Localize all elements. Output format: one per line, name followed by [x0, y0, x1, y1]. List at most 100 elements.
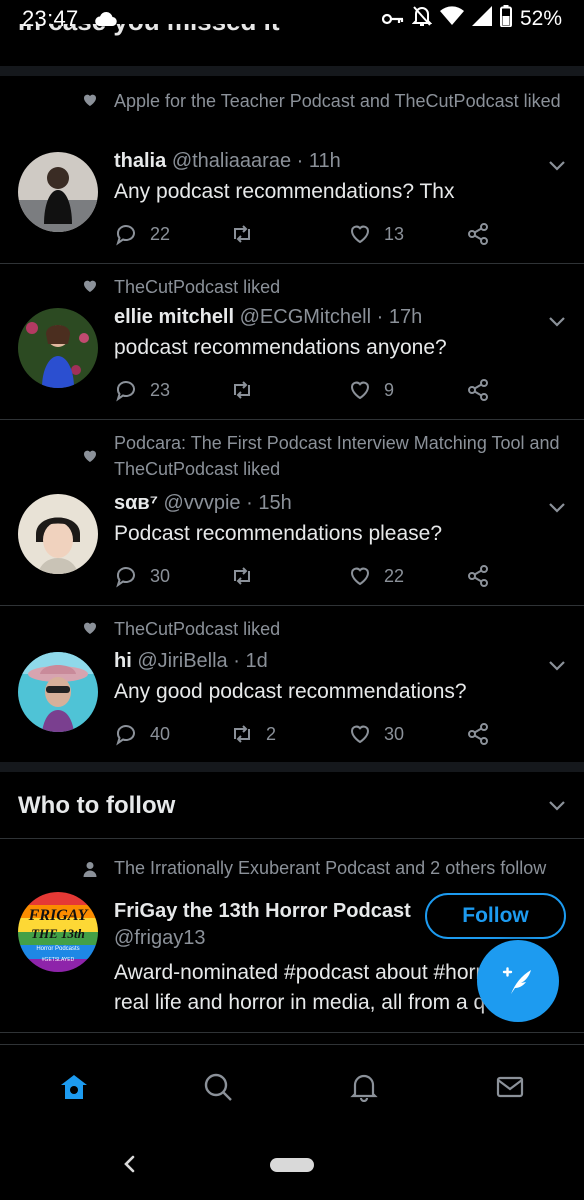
- chevron-down-icon[interactable]: [548, 502, 566, 514]
- chevron-down-icon[interactable]: [548, 660, 566, 672]
- liked-by-text: Podcara: The First Podcast Interview Mat…: [114, 433, 560, 479]
- share-button[interactable]: [466, 564, 490, 588]
- follow-button[interactable]: Follow: [425, 893, 566, 939]
- like-button[interactable]: 30: [348, 722, 404, 746]
- avatar-logo-line3: Horror Podcasts: [36, 946, 79, 952]
- suggested-account-avatar[interactable]: FRIGAY THE 13th Horror Podcasts #GETSLAY…: [18, 892, 98, 972]
- notifications-tab[interactable]: [344, 1067, 384, 1107]
- like-count: 22: [384, 565, 405, 586]
- share-icon: [468, 723, 488, 745]
- tweet-text: podcast recommendations anyone?: [114, 336, 447, 359]
- social-context: Apple for the Teacher Podcast and TheCut…: [82, 88, 574, 114]
- system-navigation-bar: [0, 1130, 584, 1200]
- liked-by-text: Apple for the Teacher Podcast and TheCut…: [114, 91, 561, 111]
- reply-count: 30: [150, 565, 171, 586]
- divider: [0, 1032, 584, 1033]
- liked-by-text: TheCutPodcast liked: [114, 619, 281, 639]
- like-count: 9: [384, 379, 395, 400]
- bell-icon: [350, 1074, 378, 1102]
- timestamp: 1d: [245, 650, 268, 672]
- avatar[interactable]: [18, 152, 98, 232]
- heart-outline-icon: [350, 381, 370, 400]
- timestamp: 15h: [258, 492, 292, 514]
- avatar-logo-line2: THE 13th: [31, 926, 85, 941]
- section-divider: [0, 66, 584, 76]
- avatar[interactable]: [18, 494, 98, 574]
- retweet-icon: [234, 381, 250, 399]
- social-context: TheCutPodcast liked: [82, 616, 574, 642]
- timestamp: 11h: [308, 150, 341, 172]
- like-count: 30: [384, 723, 405, 744]
- followed-by-text: The Irrationally Exuberant Podcast and 2…: [114, 858, 547, 878]
- home-gesture-pill[interactable]: [270, 1158, 314, 1172]
- heart-outline-icon: [350, 725, 370, 744]
- heart-icon: [84, 450, 96, 462]
- handle[interactable]: @thaliaaarae: [172, 150, 291, 172]
- tweet-text: Any good podcast recommendations?: [114, 680, 467, 703]
- home-icon: [61, 1075, 87, 1099]
- tweet[interactable]: TheCutPodcast liked ellie mitchell @ECGM…: [0, 264, 584, 420]
- tweet[interactable]: TheCutPodcast liked hi @JiriBella · 1d A…: [0, 606, 584, 762]
- display-name[interactable]: thalia: [114, 150, 166, 172]
- reply-button[interactable]: 22: [114, 222, 170, 246]
- retweet-button[interactable]: 2: [230, 722, 276, 746]
- chevron-down-icon[interactable]: [548, 316, 566, 328]
- reply-button[interactable]: 30: [114, 564, 170, 588]
- tweet-actions: 30 22: [114, 562, 494, 590]
- display-name[interactable]: ѕαв⁷: [114, 492, 158, 514]
- like-button[interactable]: 9: [348, 378, 394, 402]
- home-tab[interactable]: [54, 1067, 94, 1107]
- display-name[interactable]: ellie mitchell: [114, 306, 234, 328]
- divider: [0, 838, 584, 839]
- share-button[interactable]: [466, 378, 490, 402]
- retweet-button[interactable]: [230, 564, 266, 588]
- reply-button[interactable]: 23: [114, 378, 170, 402]
- like-button[interactable]: 13: [348, 222, 404, 246]
- chevron-down-icon[interactable]: [548, 800, 566, 812]
- retweet-count: 2: [266, 723, 277, 744]
- handle[interactable]: @vvvpie: [164, 492, 241, 514]
- section-header-title: In case you missed it: [18, 24, 280, 37]
- envelope-icon: [496, 1076, 524, 1098]
- reply-icon: [116, 567, 135, 588]
- avatar[interactable]: [18, 652, 98, 732]
- share-icon: [468, 223, 488, 245]
- retweet-icon: [234, 567, 250, 585]
- chevron-down-icon[interactable]: [548, 160, 566, 172]
- reply-count: 40: [150, 723, 171, 744]
- suggested-account-name[interactable]: FriGay the 13th Horror Podcast: [114, 900, 411, 922]
- reply-button[interactable]: 40: [114, 722, 170, 746]
- search-tab[interactable]: [198, 1067, 238, 1107]
- search-icon: [204, 1073, 232, 1101]
- tweet-text: Any podcast recommendations? Thx: [114, 180, 455, 203]
- like-button[interactable]: 22: [348, 564, 404, 588]
- tweet[interactable]: Apple for the Teacher Podcast and TheCut…: [0, 76, 584, 264]
- section-header: In case you missed it: [0, 24, 584, 68]
- timestamp: 17h: [388, 306, 423, 328]
- share-button[interactable]: [466, 222, 490, 246]
- who-to-follow-title: Who to follow: [18, 792, 176, 819]
- back-icon[interactable]: [118, 1152, 142, 1176]
- handle[interactable]: @JiriBella: [137, 650, 227, 672]
- tweet[interactable]: Podcara: The First Podcast Interview Mat…: [0, 420, 584, 606]
- like-count: 13: [384, 223, 405, 244]
- heart-outline-icon: [350, 567, 370, 586]
- heart-icon: [84, 94, 96, 106]
- reply-icon: [116, 225, 135, 246]
- retweet-button[interactable]: [230, 222, 266, 246]
- messages-tab[interactable]: [490, 1067, 530, 1107]
- reply-count: 22: [150, 223, 171, 244]
- display-name[interactable]: hi: [114, 650, 132, 672]
- handle[interactable]: @ECGMitchell: [240, 306, 371, 328]
- bottom-navigation: [0, 1044, 584, 1130]
- avatar[interactable]: [18, 308, 98, 388]
- retweet-button[interactable]: [230, 378, 266, 402]
- person-icon: [83, 861, 97, 877]
- tweet-text: Podcast recommendations please?: [114, 522, 443, 545]
- tweet-header: hi @JiriBella · 1d: [114, 650, 268, 672]
- compose-tweet-button[interactable]: [477, 940, 559, 1022]
- share-icon: [468, 565, 488, 587]
- avatar-logo-line1: FRIGAY: [28, 907, 89, 924]
- share-button[interactable]: [466, 722, 490, 746]
- reply-count: 23: [150, 379, 171, 400]
